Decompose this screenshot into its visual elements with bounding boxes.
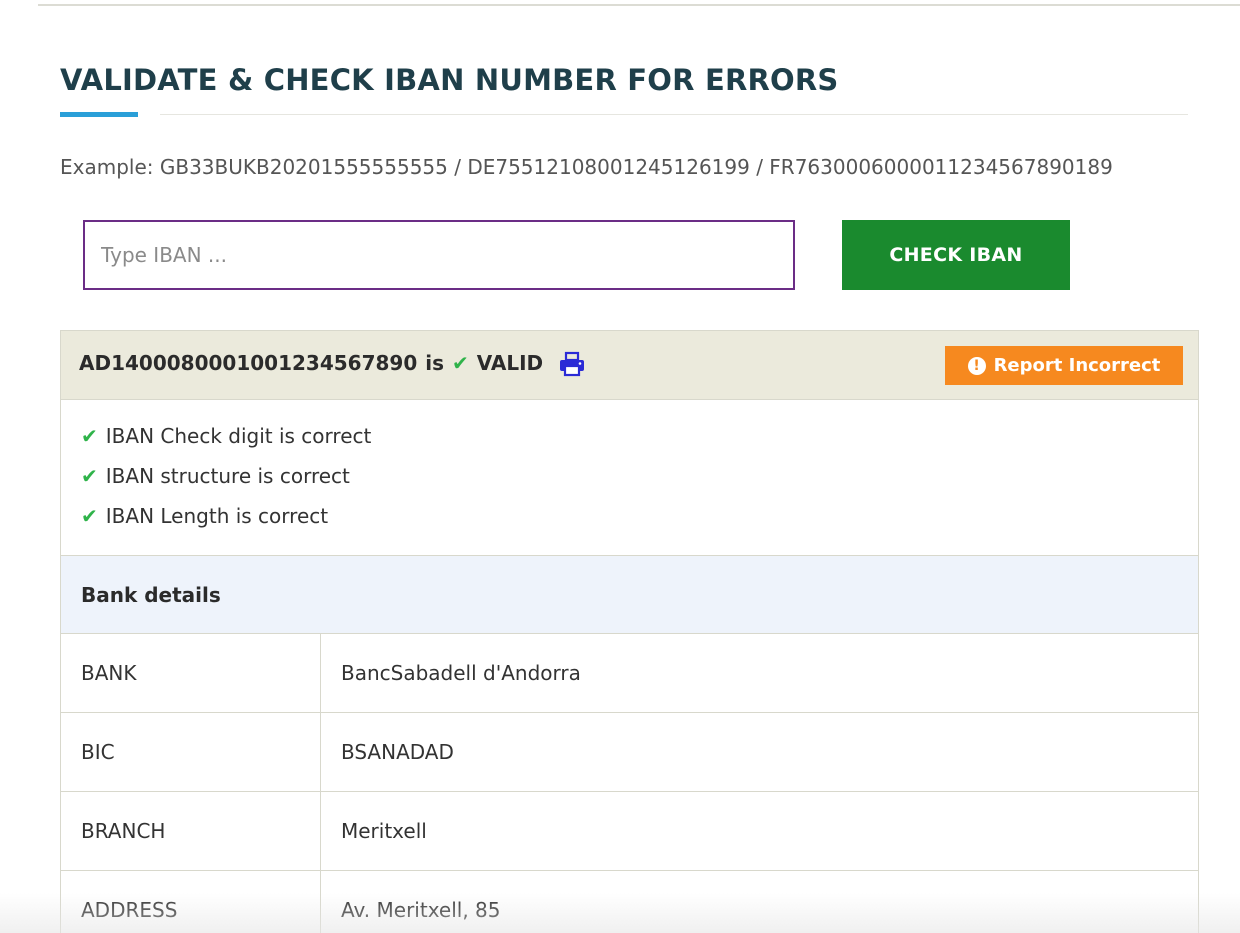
detail-value: BancSabadell d'Andorra (341, 661, 581, 685)
result-panel: AD1400080001001234567890 is ✔ VALID ! Re… (60, 330, 1199, 933)
detail-key: BANK (61, 634, 321, 712)
title-divider (160, 114, 1188, 115)
result-iban: AD1400080001001234567890 (79, 351, 418, 375)
table-row: BANK BancSabadell d'Andorra (61, 634, 1198, 713)
detail-key: BRANCH (61, 792, 321, 870)
check-item-label: IBAN Check digit is correct (105, 424, 372, 448)
checkmark-icon: ✔ (81, 464, 98, 488)
detail-value: Meritxell (341, 819, 427, 843)
checkmark-icon: ✔ (81, 424, 98, 448)
bank-details-heading: Bank details (61, 556, 1198, 634)
title-accent-bar (60, 112, 138, 117)
exclamation-circle-icon: ! (967, 356, 986, 375)
result-header: AD1400080001001234567890 is ✔ VALID ! Re… (61, 331, 1198, 400)
result-status: VALID (476, 351, 544, 375)
result-connector: is (425, 351, 444, 375)
table-row: BIC BSANADAD (61, 713, 1198, 792)
page-title: VALIDATE & CHECK IBAN NUMBER FOR ERRORS (60, 63, 839, 98)
detail-key: BIC (61, 713, 321, 791)
checkmark-icon: ✔ (81, 504, 98, 528)
print-icon[interactable] (558, 351, 586, 377)
check-item: ✔ IBAN structure is correct (81, 462, 1198, 502)
check-item: ✔ IBAN Length is correct (81, 502, 1198, 542)
iban-input[interactable] (83, 220, 795, 290)
detail-value: Av. Meritxell, 85 (341, 898, 501, 922)
check-item-label: IBAN Length is correct (105, 504, 329, 528)
table-row: ADDRESS Av. Meritxell, 85 (61, 871, 1198, 933)
example-ibans: Example: GB33BUKB20201555555555 / DE7551… (60, 155, 1113, 179)
check-iban-button[interactable]: CHECK IBAN (842, 220, 1070, 290)
validation-checks: ✔ IBAN Check digit is correct ✔ IBAN struc… (61, 400, 1198, 556)
result-summary: AD1400080001001234567890 is ✔ VALID (79, 351, 543, 375)
checkmark-icon: ✔ (452, 351, 469, 375)
detail-key: ADDRESS (61, 871, 321, 933)
check-item: ✔ IBAN Check digit is correct (81, 422, 1198, 462)
table-row: BRANCH Meritxell (61, 792, 1198, 871)
check-item-label: IBAN structure is correct (105, 464, 350, 488)
iban-validator-page: VALIDATE & CHECK IBAN NUMBER FOR ERRORS … (0, 0, 1240, 933)
top-divider (38, 4, 1240, 6)
report-incorrect-label: Report Incorrect (993, 355, 1161, 376)
detail-value: BSANADAD (341, 740, 454, 764)
report-incorrect-button[interactable]: ! Report Incorrect (945, 346, 1183, 385)
